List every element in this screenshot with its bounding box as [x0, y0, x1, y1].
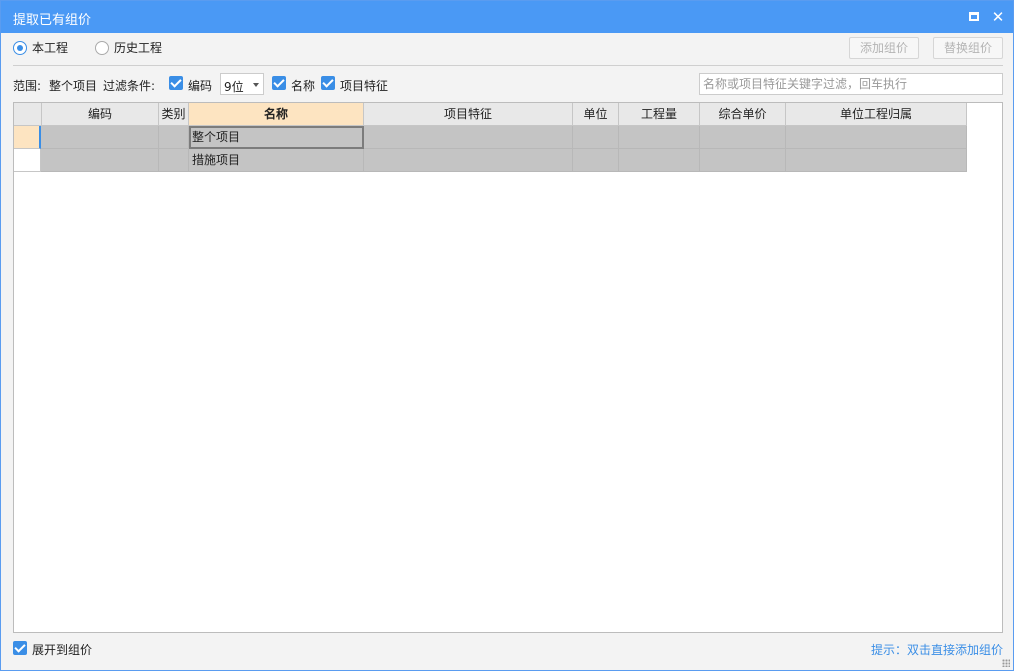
table-cell-unit-price[interactable]	[700, 126, 786, 149]
keyword-search-input[interactable]	[699, 73, 1003, 95]
table-cell-code[interactable]	[41, 149, 159, 172]
dialog-title: 提取已有组价	[13, 13, 92, 28]
table-cell-name-selected[interactable]: 整个项目	[189, 126, 364, 149]
table-cell-code[interactable]	[41, 126, 159, 149]
table-cell-belong[interactable]	[786, 149, 967, 172]
table-cell-quantity[interactable]	[619, 126, 700, 149]
table-cell-unit[interactable]	[573, 126, 619, 149]
feature-checkbox[interactable]	[321, 76, 335, 90]
title-bar: 提取已有组价 ✕	[1, 1, 1013, 33]
column-header-unit-price[interactable]: 综合单价	[700, 103, 786, 126]
table-cell-quantity[interactable]	[619, 149, 700, 172]
code-checkbox[interactable]	[169, 76, 183, 90]
name-label: 名称	[291, 79, 316, 93]
add-pricing-button[interactable]: 添加组价	[849, 37, 919, 59]
row-header[interactable]	[14, 149, 41, 172]
radio-on-icon	[13, 41, 27, 55]
maximize-icon[interactable]	[967, 10, 981, 24]
chevron-down-icon	[253, 83, 259, 87]
resize-grip-icon[interactable]	[1002, 659, 1010, 667]
hint-text: 提示：双击直接添加组价	[871, 643, 1004, 657]
table-cell-feature[interactable]	[364, 126, 573, 149]
digits-value: 9位	[224, 80, 244, 94]
table-cell-unit[interactable]	[573, 149, 619, 172]
table-cell-unit-price[interactable]	[700, 149, 786, 172]
table-cell-type[interactable]	[159, 126, 189, 149]
name-checkbox[interactable]	[272, 76, 286, 90]
expand-checkbox[interactable]	[13, 641, 27, 655]
table-cell-belong[interactable]	[786, 126, 967, 149]
code-label: 编码	[188, 79, 213, 93]
close-icon[interactable]: ✕	[991, 10, 1005, 25]
row-header-current[interactable]	[14, 126, 41, 149]
conditions-label: 过滤条件:	[103, 79, 156, 93]
feature-label: 项目特征	[340, 79, 389, 93]
column-header-quantity[interactable]: 工程量	[619, 103, 700, 126]
radio-label: 本工程	[32, 41, 69, 55]
scope-value: 整个项目	[49, 79, 98, 93]
expand-label: 展开到组价	[32, 643, 93, 657]
column-header-belong[interactable]: 单位工程归属	[786, 103, 967, 126]
corner-header	[14, 103, 42, 126]
column-header-name[interactable]: 名称	[189, 103, 364, 126]
radio-off-icon	[95, 41, 109, 55]
scope-label: 范围:	[13, 79, 42, 93]
column-header-feature[interactable]: 项目特征	[364, 103, 573, 126]
radio-label: 历史工程	[114, 41, 163, 55]
column-header-type[interactable]: 类别	[159, 103, 189, 126]
column-header-unit[interactable]: 单位	[573, 103, 619, 126]
pricing-table: 编码 类别 名称 项目特征 单位 工程量 综合单价 单位工程归属 整个项目 措施…	[13, 102, 1003, 633]
digits-select[interactable]: 9位	[220, 73, 264, 95]
divider	[13, 65, 1003, 66]
table-cell-name[interactable]: 措施项目	[189, 149, 364, 172]
replace-pricing-button[interactable]: 替换组价	[933, 37, 1003, 59]
extract-pricing-dialog: 提取已有组价 ✕ 本工程 历史工程 添加组价 替换组价 范围: 整个项目 过滤条…	[0, 0, 1014, 671]
table-cell-type[interactable]	[159, 149, 189, 172]
table-cell-feature[interactable]	[364, 149, 573, 172]
column-header-code[interactable]: 编码	[42, 103, 159, 126]
